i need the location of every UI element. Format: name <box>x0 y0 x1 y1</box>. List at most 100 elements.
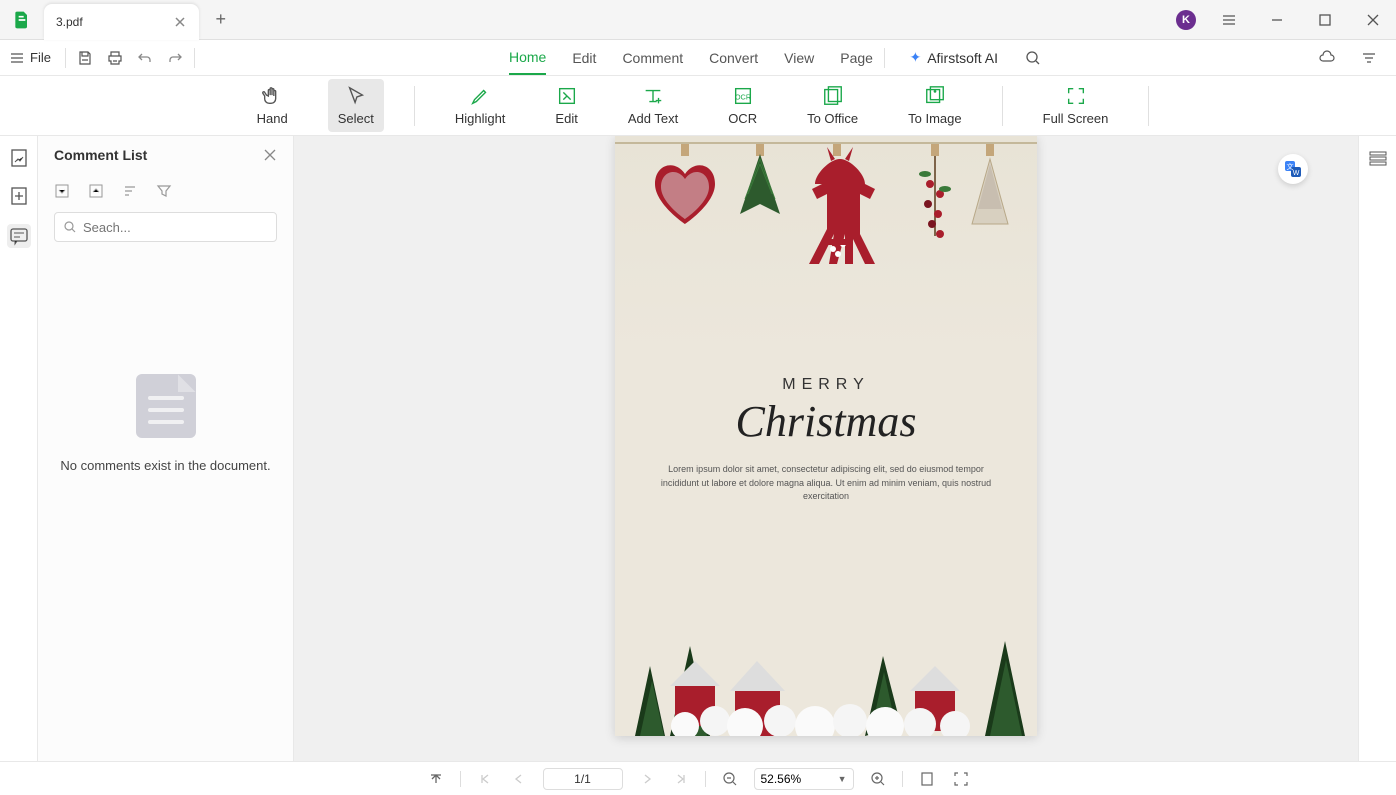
collapse-icon[interactable] <box>88 183 104 199</box>
next-page-icon[interactable] <box>637 769 657 789</box>
zoom-in-icon[interactable] <box>868 769 888 789</box>
filter-icon[interactable] <box>156 183 172 199</box>
divider <box>1148 86 1149 126</box>
chevron-down-icon: ▼ <box>838 774 847 784</box>
fit-width-icon[interactable] <box>951 769 971 789</box>
divider <box>460 771 461 787</box>
file-menu[interactable]: File <box>0 50 61 65</box>
ocr-icon: OCR <box>732 85 754 107</box>
divider <box>65 48 66 68</box>
tool-image[interactable]: To Image <box>898 79 971 132</box>
tool-ocr[interactable]: OCR OCR <box>718 79 767 132</box>
tab-home[interactable]: Home <box>509 41 546 75</box>
christmas-text: Christmas <box>615 396 1037 447</box>
translate-icon: 文W <box>1284 160 1302 178</box>
title-bar: 3.pdf + K <box>0 0 1396 40</box>
cloud-icon[interactable] <box>1312 43 1342 73</box>
tab-edit[interactable]: Edit <box>572 42 596 74</box>
page-number-input[interactable] <box>543 768 623 790</box>
pine-branch-icon <box>735 144 785 224</box>
tab-convert[interactable]: Convert <box>709 42 758 74</box>
fit-page-icon[interactable] <box>917 769 937 789</box>
save-icon[interactable] <box>70 43 100 73</box>
tab-view[interactable]: View <box>784 42 814 74</box>
empty-text: No comments exist in the document. <box>60 458 270 473</box>
zoom-out-icon[interactable] <box>720 769 740 789</box>
redo-icon[interactable] <box>160 43 190 73</box>
berries-ornament-icon <box>910 144 960 259</box>
comment-strip-icon[interactable] <box>7 224 31 248</box>
document-tab[interactable]: 3.pdf <box>44 4 199 40</box>
edit-icon <box>556 85 578 107</box>
left-sidebar-strip <box>0 136 38 761</box>
menu-tabs: Home Edit Comment Convert View Page <box>509 41 873 75</box>
settings-lines-icon[interactable] <box>1354 43 1384 73</box>
body-text: Lorem ipsum dolor sit amet, consectetur … <box>615 463 1037 504</box>
status-bar: 52.56% ▼ <box>0 761 1396 795</box>
highlight-icon <box>469 85 491 107</box>
tool-office[interactable]: To Office <box>797 79 868 132</box>
divider <box>705 771 706 787</box>
tab-title: 3.pdf <box>56 15 83 29</box>
last-icon[interactable] <box>671 769 691 789</box>
cursor-icon <box>345 85 367 107</box>
comment-panel: Comment List No comments exist in the do… <box>38 136 294 761</box>
hamburger-menu-icon[interactable] <box>1214 5 1244 35</box>
app-logo-icon <box>12 10 32 30</box>
panel-title: Comment List <box>54 147 147 163</box>
panel-header: Comment List <box>38 136 293 174</box>
merry-text: MERRY <box>615 376 1037 394</box>
bookmark-icon[interactable] <box>9 186 29 206</box>
new-tab-button[interactable]: + <box>211 10 231 30</box>
maximize-icon[interactable] <box>1310 5 1340 35</box>
prev-page-icon[interactable] <box>509 769 529 789</box>
heart-ornament-icon <box>645 144 725 244</box>
menu-lines-icon <box>10 51 24 65</box>
document-page: MERRY Christmas Lorem ipsum dolor sit am… <box>615 136 1037 736</box>
sparkle-icon: ✦ <box>909 49 921 66</box>
close-window-icon[interactable] <box>1358 5 1388 35</box>
tool-addtext[interactable]: Add Text <box>618 79 688 132</box>
main-area: Comment List No comments exist in the do… <box>0 136 1396 761</box>
page-decoration-bottom <box>615 566 1037 736</box>
print-icon[interactable] <box>100 43 130 73</box>
thumbnail-icon[interactable] <box>9 148 29 168</box>
minimize-icon[interactable] <box>1262 5 1292 35</box>
tool-edit[interactable]: Edit <box>545 79 587 132</box>
tool-fullscreen[interactable]: Full Screen <box>1033 79 1119 132</box>
svg-text:W: W <box>1293 170 1300 177</box>
ai-button[interactable]: ✦ Afirstsoft AI <box>901 45 1006 70</box>
tab-page[interactable]: Page <box>840 42 873 74</box>
first-page-icon[interactable] <box>426 769 446 789</box>
user-avatar[interactable]: K <box>1176 10 1196 30</box>
page-text-block: MERRY Christmas Lorem ipsum dolor sit am… <box>615 376 1037 504</box>
undo-icon[interactable] <box>130 43 160 73</box>
sort-icon[interactable] <box>122 183 138 199</box>
panel-tools <box>38 174 293 208</box>
panel-close-icon[interactable] <box>263 148 277 162</box>
right-sidebar-strip <box>1358 136 1396 761</box>
translate-button[interactable]: 文W <box>1278 154 1308 184</box>
tab-comment[interactable]: Comment <box>622 42 683 74</box>
document-viewer[interactable]: MERRY Christmas Lorem ipsum dolor sit am… <box>294 136 1358 761</box>
search-icon[interactable] <box>1018 43 1048 73</box>
svg-text:OCR: OCR <box>734 93 750 102</box>
tab-close-icon[interactable] <box>173 15 187 29</box>
addtext-icon <box>642 85 664 107</box>
tree-ornament-icon <box>960 144 1020 239</box>
first-icon[interactable] <box>475 769 495 789</box>
toolbar: Hand Select Highlight Edit Add Text OCR … <box>0 76 1396 136</box>
zoom-select[interactable]: 52.56% ▼ <box>754 768 854 790</box>
tool-hand[interactable]: Hand <box>247 79 298 132</box>
tool-select[interactable]: Select <box>328 79 384 132</box>
tool-highlight[interactable]: Highlight <box>445 79 516 132</box>
divider <box>1002 86 1003 126</box>
expand-icon[interactable] <box>54 183 70 199</box>
search-input[interactable] <box>83 220 268 235</box>
hand-icon <box>261 85 283 107</box>
empty-state: No comments exist in the document. <box>38 246 293 761</box>
search-box[interactable] <box>54 212 277 242</box>
divider <box>194 48 195 68</box>
properties-icon[interactable] <box>1368 148 1388 168</box>
fullscreen-icon <box>1065 85 1087 107</box>
